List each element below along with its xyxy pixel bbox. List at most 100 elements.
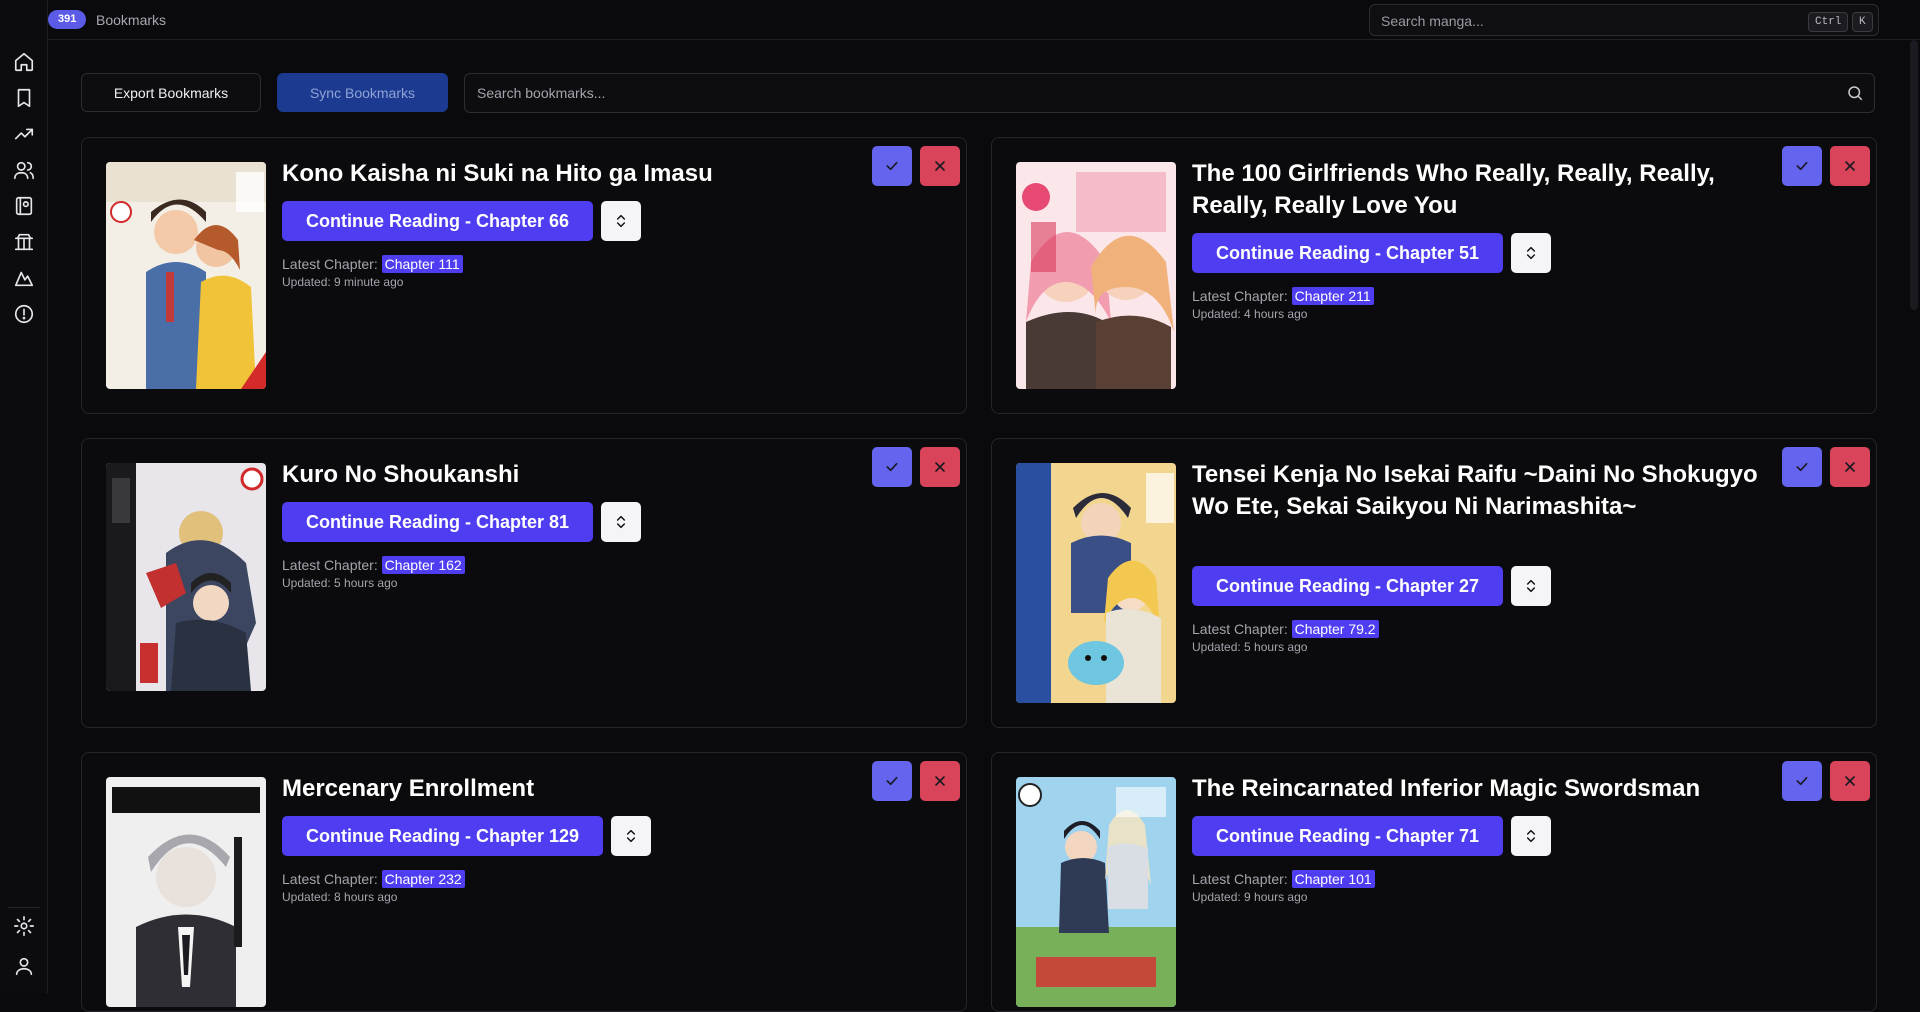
sidebar-item-home[interactable] (10, 48, 38, 76)
scrollbar[interactable] (1908, 40, 1920, 310)
latest-chapter-link[interactable]: Chapter 79.2 (1291, 620, 1379, 638)
manga-title[interactable]: The Reincarnated Inferior Magic Swordsma… (1192, 773, 1762, 805)
sidebar (0, 0, 48, 993)
cover-image[interactable] (1016, 463, 1176, 703)
remove-bookmark-button[interactable] (1830, 761, 1870, 801)
chevrons-up-down-icon (1526, 246, 1536, 260)
continue-reading-button[interactable]: Continue Reading - Chapter 51 (1192, 233, 1504, 273)
latest-chapter-label: Latest Chapter: (282, 557, 378, 573)
landmark-icon (14, 233, 34, 251)
remove-bookmark-button[interactable] (920, 447, 960, 487)
updated-time: Updated: 5 hours ago (1192, 640, 1308, 654)
chevrons-up-down-icon (616, 214, 626, 228)
manga-title[interactable]: The 100 Girlfriends Who Really, Really, … (1192, 158, 1762, 222)
bookmark-card: The 100 Girlfriends Who Really, Really, … (991, 137, 1877, 414)
sidebar-item-explore[interactable] (10, 264, 38, 292)
scrollbar-thumb[interactable] (1910, 40, 1918, 310)
remove-bookmark-button[interactable] (1830, 146, 1870, 186)
chevrons-up-down-icon (1526, 829, 1536, 843)
latest-chapter-label: Latest Chapter: (1192, 621, 1288, 637)
search-icon[interactable] (1846, 84, 1864, 102)
updated-time: Updated: 5 hours ago (282, 576, 398, 590)
sidebar-item-alerts[interactable] (10, 300, 38, 328)
chapter-select-button[interactable] (1511, 566, 1552, 606)
continue-reading-button[interactable]: Continue Reading - Chapter 66 (282, 201, 594, 241)
close-icon (935, 462, 945, 472)
latest-chapter: Latest Chapter: Chapter 79.2 (1192, 620, 1379, 638)
chapter-select-button[interactable] (601, 201, 642, 241)
manga-title[interactable]: Kono Kaisha ni Suki na Hito ga Imasu (282, 158, 852, 190)
shortcut-ctrl-key: Ctrl (1808, 12, 1849, 32)
cover-image[interactable] (106, 463, 266, 691)
cover-image[interactable] (106, 162, 266, 389)
continue-reading-button[interactable]: Continue Reading - Chapter 71 (1192, 816, 1504, 856)
latest-chapter-link[interactable]: Chapter 232 (381, 870, 465, 888)
continue-reading-button[interactable]: Continue Reading - Chapter 129 (282, 816, 604, 856)
sidebar-item-bookmarks[interactable] (10, 84, 38, 112)
close-icon (1845, 776, 1855, 786)
mark-read-button[interactable] (1782, 146, 1822, 186)
check-icon (1796, 776, 1808, 786)
close-icon (935, 161, 945, 171)
close-icon (1845, 161, 1855, 171)
remove-bookmark-button[interactable] (920, 146, 960, 186)
mark-read-button[interactable] (1782, 761, 1822, 801)
chapter-select-button[interactable] (1511, 816, 1552, 856)
sidebar-item-users[interactable] (10, 156, 38, 184)
sidebar-item-landmark[interactable] (10, 228, 38, 256)
check-icon (1796, 161, 1808, 171)
chapter-select-button[interactable] (611, 816, 652, 856)
sidebar-item-profile[interactable] (10, 952, 38, 980)
sidebar-item-settings[interactable] (10, 912, 38, 940)
cover-image[interactable] (1016, 162, 1176, 389)
search-placeholder: Search manga... (1381, 13, 1484, 29)
manga-title[interactable]: Kuro No Shoukanshi (282, 459, 852, 491)
latest-chapter: Latest Chapter: Chapter 101 (1192, 870, 1375, 888)
latest-chapter-link[interactable]: Chapter 111 (381, 255, 463, 273)
bookmark-card: The Reincarnated Inferior Magic Swordsma… (991, 752, 1877, 1012)
manga-title[interactable]: Tensei Kenja No Isekai Raifu ~Daini No S… (1192, 459, 1762, 523)
remove-bookmark-button[interactable] (920, 761, 960, 801)
latest-chapter-link[interactable]: Chapter 211 (1291, 287, 1374, 305)
updated-time: Updated: 8 hours ago (282, 890, 398, 904)
export-bookmarks-button[interactable]: Export Bookmarks (81, 73, 261, 112)
latest-chapter-link[interactable]: Chapter 162 (381, 556, 465, 574)
remove-bookmark-button[interactable] (1830, 447, 1870, 487)
cover-image[interactable] (106, 777, 266, 1007)
latest-chapter: Latest Chapter: Chapter 162 (282, 556, 465, 574)
check-icon (886, 776, 898, 786)
continue-reading-button[interactable]: Continue Reading - Chapter 27 (1192, 566, 1504, 606)
mark-read-button[interactable] (1782, 447, 1822, 487)
latest-chapter-label: Latest Chapter: (1192, 871, 1288, 887)
latest-chapter-link[interactable]: Chapter 101 (1291, 870, 1375, 888)
latest-chapter: Latest Chapter: Chapter 111 (282, 255, 463, 273)
sidebar-item-trending[interactable] (10, 120, 38, 148)
mountain-icon (14, 271, 34, 287)
users-icon (14, 161, 34, 180)
bookmark-card: Mercenary Enrollment Continue Reading - … (81, 752, 967, 1012)
continue-reading-button[interactable]: Continue Reading - Chapter 81 (282, 502, 594, 542)
latest-chapter: Latest Chapter: Chapter 232 (282, 870, 465, 888)
bookmark-card: Kuro No Shoukanshi Continue Reading - Ch… (81, 438, 967, 728)
manga-title[interactable]: Mercenary Enrollment (282, 773, 852, 805)
updated-time: Updated: 4 hours ago (1192, 307, 1308, 321)
mark-read-button[interactable] (872, 146, 912, 186)
bookmark-card: Tensei Kenja No Isekai Raifu ~Daini No S… (991, 438, 1877, 728)
shortcut-k-key: K (1852, 12, 1873, 32)
mark-read-button[interactable] (872, 447, 912, 487)
top-bar: 391 Bookmarks Search manga... Ctrl K (0, 0, 1920, 40)
manga-search-input[interactable]: Search manga... Ctrl K (1369, 4, 1879, 36)
user-icon (15, 957, 33, 976)
mark-read-button[interactable] (872, 761, 912, 801)
bookmark-count-badge: 391 (48, 10, 87, 29)
bookmark-search-input[interactable]: Search bookmarks... (464, 73, 1875, 113)
sidebar-item-library[interactable] (10, 192, 38, 220)
cover-image[interactable] (1016, 777, 1176, 1007)
chapter-select-button[interactable] (1511, 233, 1552, 273)
sync-bookmarks-button[interactable]: Sync Bookmarks (277, 73, 448, 112)
latest-chapter-label: Latest Chapter: (282, 871, 378, 887)
breadcrumb[interactable]: Bookmarks (96, 12, 166, 28)
chapter-select-button[interactable] (601, 502, 642, 542)
trending-icon (14, 128, 34, 140)
check-icon (886, 462, 898, 472)
